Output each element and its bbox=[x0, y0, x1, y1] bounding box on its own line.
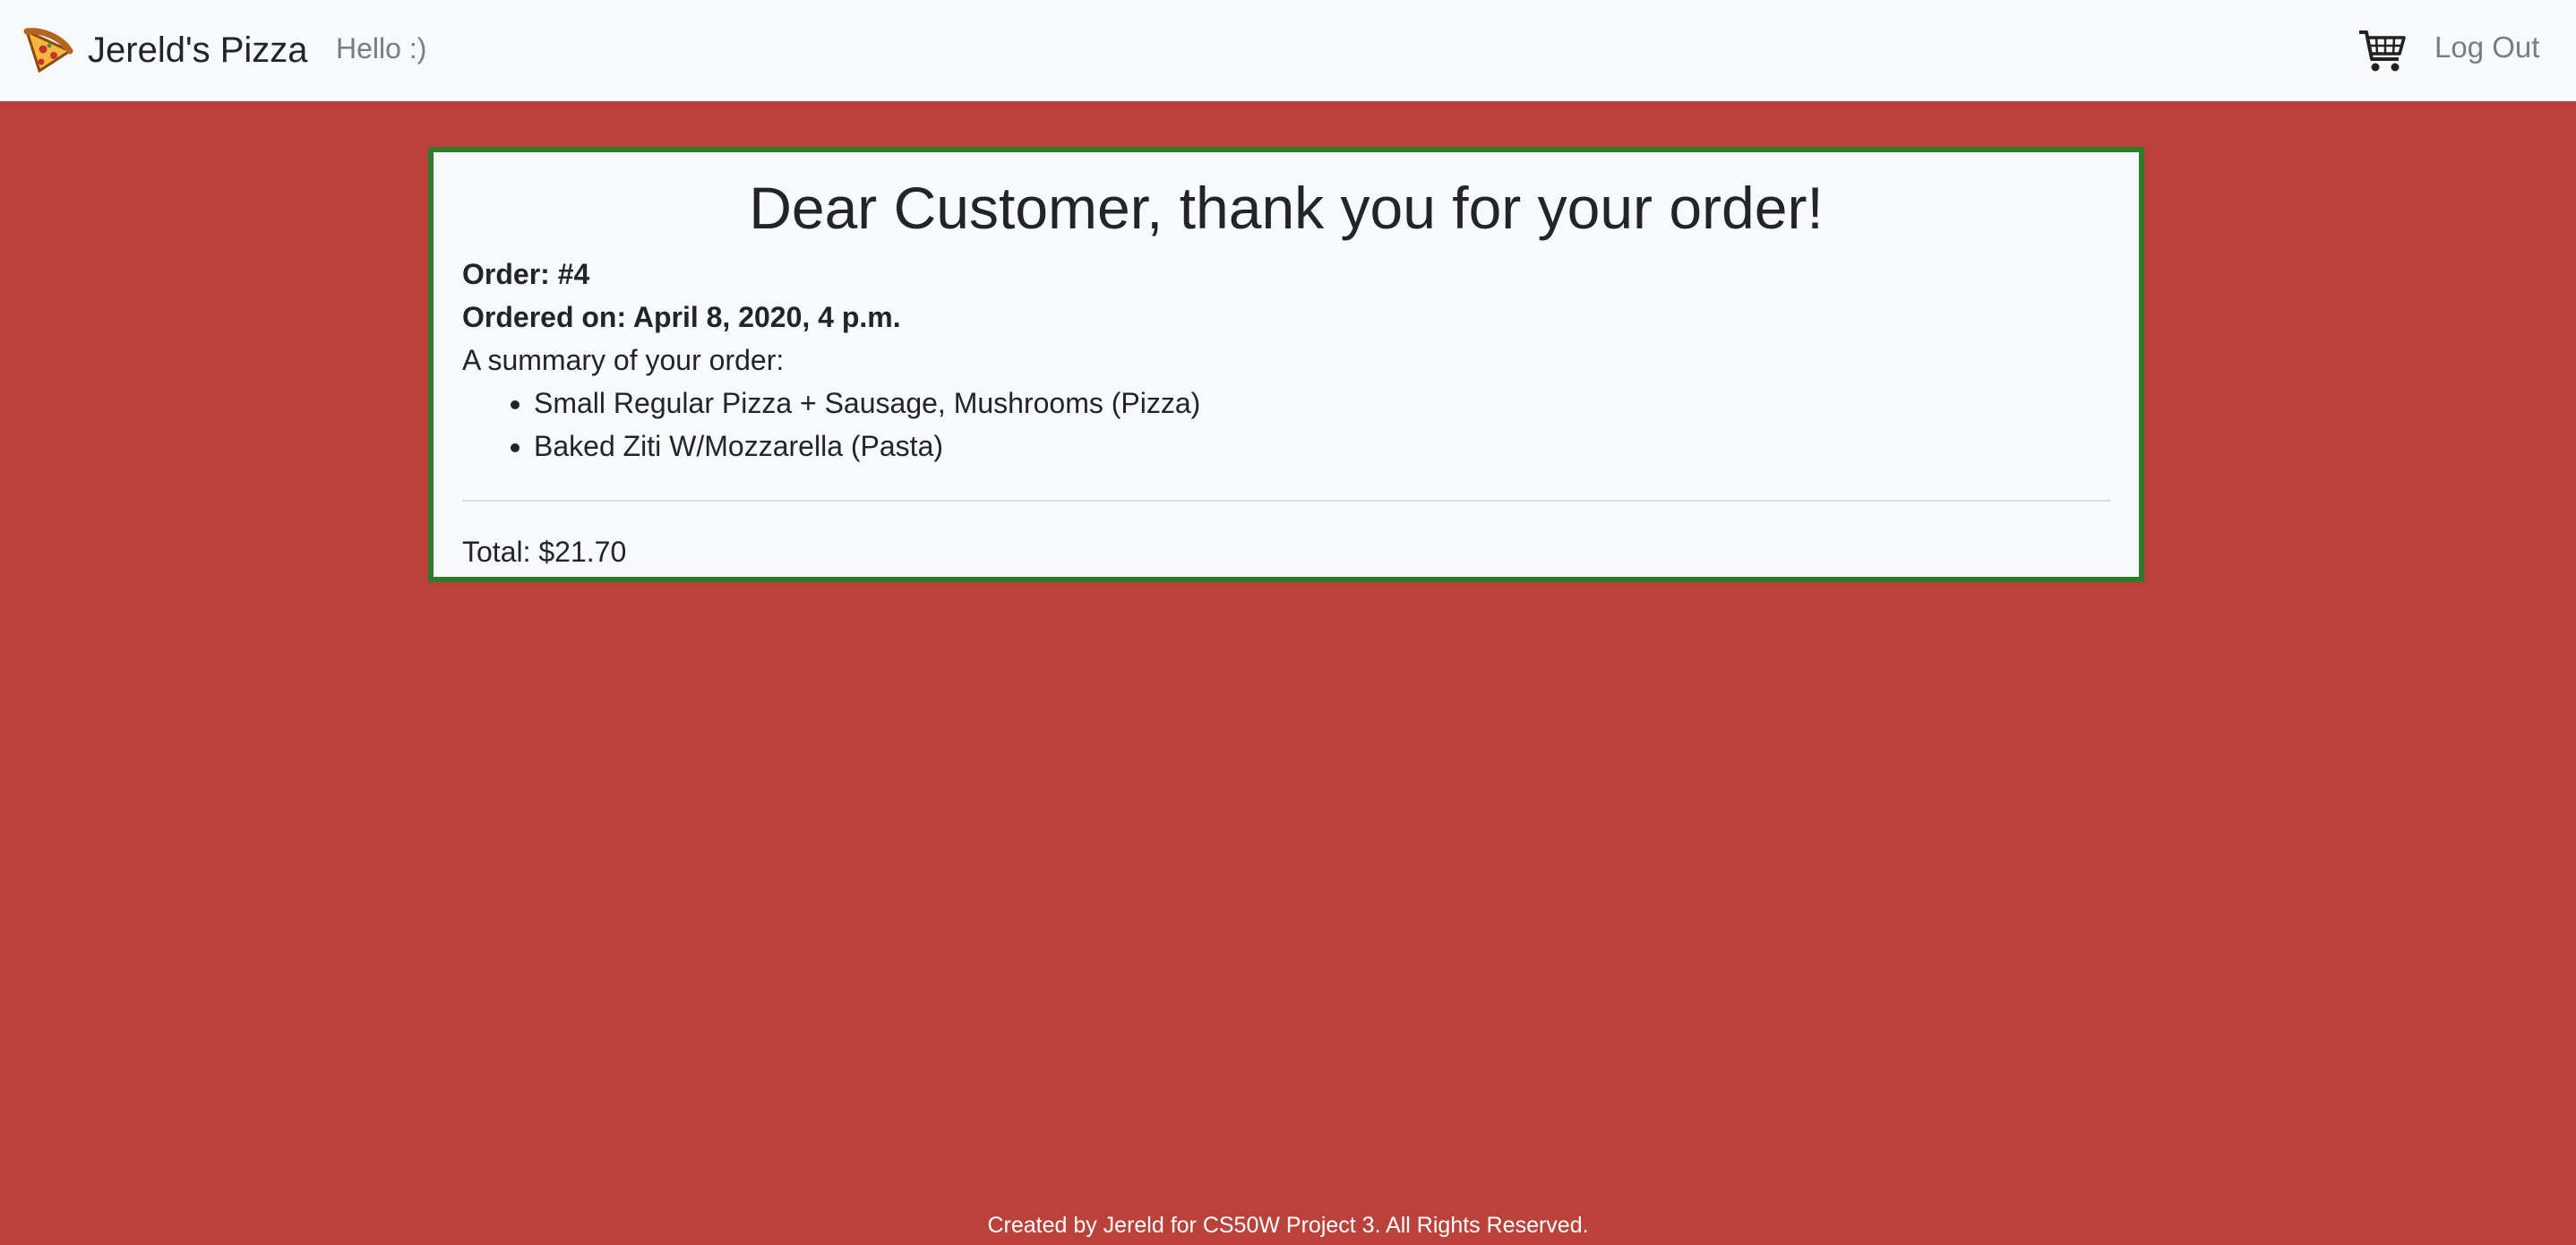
greeting-text: Hello :) bbox=[336, 32, 427, 64]
list-item: Small Regular Pizza + Sausage, Mushrooms… bbox=[534, 382, 2110, 425]
brand-name: Jereld's Pizza bbox=[88, 30, 308, 70]
logout-link[interactable]: Log Out bbox=[2434, 30, 2539, 64]
order-summary-label: A summary of your order: bbox=[462, 344, 785, 376]
order-date: Ordered on: April 8, 2020, 4 p.m. bbox=[462, 301, 901, 333]
divider bbox=[462, 500, 2110, 502]
order-number: Order: #4 bbox=[462, 258, 590, 290]
order-total: Total: $21.70 bbox=[462, 536, 627, 568]
order-items-list: Small Regular Pizza + Sausage, Mushrooms… bbox=[462, 382, 2110, 468]
page-title: Dear Customer, thank you for your order! bbox=[749, 175, 1824, 241]
order-confirmation-card: Dear Customer, thank you for your order!… bbox=[428, 147, 2144, 582]
list-item: Baked Ziti W/Mozzarella (Pasta) bbox=[534, 425, 2110, 468]
brand-link[interactable]: Jereld's Pizza bbox=[21, 23, 308, 77]
navbar: Jereld's Pizza Hello :) Log Out bbox=[0, 0, 2576, 101]
footer-text: Created by Jereld for CS50W Project 3. A… bbox=[987, 1213, 1589, 1238]
pizza-slice-icon bbox=[23, 28, 73, 73]
shopping-cart-icon[interactable] bbox=[2357, 27, 2408, 75]
